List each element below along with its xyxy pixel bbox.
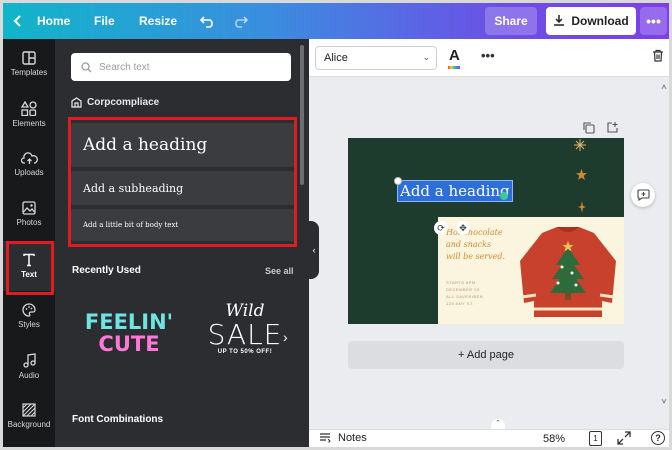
- event-details-text: STARTS 8PM DECEMBER 20 ALL SAVERIBEN 123…: [446, 279, 483, 307]
- text-options-highlight-box: [68, 117, 297, 247]
- wild-sale-template[interactable]: Wild SALE UP TO 50% OFF!: [195, 301, 295, 355]
- chevron-down-icon: ⌄: [422, 52, 430, 62]
- brand-kit-icon: [71, 97, 82, 108]
- script-line: and snacks: [446, 240, 492, 249]
- recently-used-title: Recently Used: [72, 265, 141, 276]
- rail-label: Elements: [12, 118, 46, 128]
- rail-label: Background: [7, 420, 51, 429]
- rail-label: Uploads: [14, 167, 44, 177]
- share-button[interactable]: Share: [485, 7, 537, 35]
- feelin-line1: FEELIN': [84, 310, 174, 334]
- app-window: Home File Resize Share Download ••• Temp…: [0, 0, 672, 450]
- rail-item-elements[interactable]: Elements: [3, 89, 55, 139]
- text-color-button[interactable]: A: [448, 47, 460, 69]
- script-line: will be served.: [446, 252, 506, 261]
- redo-icon[interactable]: [232, 3, 248, 39]
- collapse-panel-icon[interactable]: ‹: [309, 221, 319, 279]
- notes-icon: [320, 433, 331, 443]
- home-button[interactable]: Home: [37, 3, 70, 39]
- chevron-right-icon[interactable]: ›: [283, 329, 288, 345]
- music-note-icon: [22, 352, 36, 368]
- font-combinations-title: Font Combinations: [72, 414, 164, 425]
- star-decoration-icon: [574, 139, 586, 151]
- rail-label: Styles: [18, 320, 40, 329]
- script-line: Hot chocolate: [446, 228, 503, 237]
- rail-item-photos[interactable]: Photos: [3, 189, 55, 239]
- resize-button[interactable]: Resize: [139, 3, 177, 39]
- brand-kit-header[interactable]: Corpcompliace: [71, 97, 159, 108]
- trash-icon[interactable]: [652, 49, 664, 67]
- rail-label: Photos: [16, 218, 42, 227]
- editor-area: Alice ⌄ A ••• Hot chocolate and snacks w…: [309, 39, 669, 447]
- photos-icon: [22, 201, 36, 215]
- editor-scrollbar[interactable]: [661, 83, 667, 405]
- expand-pages-icon[interactable]: ⌃: [491, 419, 505, 429]
- resize-handle[interactable]: [394, 177, 402, 185]
- file-menu[interactable]: File: [94, 3, 115, 39]
- more-options-icon[interactable]: •••: [640, 7, 667, 35]
- resize-handle[interactable]: [500, 192, 508, 200]
- design-canvas[interactable]: Hot chocolate and snacks will be served.…: [348, 138, 624, 324]
- panel-scrollbar[interactable]: [300, 45, 304, 185]
- duplicate-page-icon[interactable]: [583, 121, 595, 139]
- background-pattern-icon: [22, 403, 36, 417]
- page-count-button[interactable]: 1: [589, 431, 602, 446]
- info-line: ALL SAVERIBEN: [446, 294, 484, 299]
- feelin-line2: CUTE: [98, 332, 160, 356]
- elements-icon: [21, 100, 37, 116]
- move-icon[interactable]: ✥: [456, 221, 470, 235]
- sale-text: SALE: [207, 318, 283, 351]
- text-highlight-box: [6, 241, 54, 295]
- download-button[interactable]: Download: [546, 7, 636, 35]
- help-button[interactable]: ?: [651, 431, 665, 445]
- download-icon: [553, 14, 565, 29]
- comment-icon[interactable]: [631, 183, 655, 207]
- brand-name: Corpcompliace: [87, 97, 160, 108]
- text-color-label: A: [449, 47, 460, 64]
- bottom-bar: Notes 58% 1 ?: [309, 429, 669, 447]
- editor-toolbar: Alice ⌄ A •••: [309, 39, 669, 77]
- rail-label: Templates: [10, 68, 48, 77]
- search-placeholder: Search text: [99, 61, 150, 73]
- undo-icon[interactable]: [200, 3, 216, 39]
- rail-item-audio[interactable]: Audio: [3, 341, 55, 391]
- upload-cloud-icon: [20, 151, 38, 164]
- event-script-text: Hot chocolate and snacks will be served.: [446, 227, 505, 263]
- info-line: 123 ANY ST.: [446, 301, 475, 306]
- rotate-icon[interactable]: ⟳: [434, 221, 448, 235]
- info-line: STARTS 8PM: [446, 280, 476, 285]
- back-chevron-icon[interactable]: [13, 3, 23, 39]
- templates-icon: [22, 51, 36, 65]
- add-page-button[interactable]: + Add page: [348, 341, 624, 369]
- notes-label: Notes: [338, 432, 367, 444]
- font-name: Alice: [324, 52, 348, 64]
- zoom-level[interactable]: 58%: [543, 433, 565, 445]
- feelin-cute-template[interactable]: FEELIN' CUTE: [79, 311, 179, 355]
- selected-heading-text[interactable]: Add a heading: [397, 180, 513, 202]
- rail-item-background[interactable]: Background: [3, 391, 55, 441]
- download-label: Download: [571, 14, 629, 28]
- rail-label: Audio: [18, 370, 40, 380]
- ugly-sweater-illustration: [520, 227, 616, 317]
- rail-item-styles[interactable]: Styles: [3, 291, 55, 341]
- notes-button[interactable]: Notes: [319, 432, 367, 444]
- star-decoration-icon: [576, 169, 587, 180]
- info-line: DECEMBER 20: [446, 287, 480, 292]
- sparkle-decoration-icon: [578, 201, 586, 213]
- see-all-link[interactable]: See all: [265, 266, 294, 276]
- more-tools-icon[interactable]: •••: [481, 48, 495, 63]
- color-swatch-bar: [448, 66, 460, 69]
- search-input[interactable]: Search text: [71, 53, 291, 81]
- font-family-select[interactable]: Alice ⌄: [315, 46, 437, 70]
- rail-item-templates[interactable]: Templates: [3, 39, 55, 89]
- palette-icon: [22, 303, 36, 317]
- top-bar: Home File Resize Share Download •••: [3, 3, 669, 39]
- search-icon: [81, 61, 92, 72]
- text-panel: Search text Corpcompliace Add a heading …: [55, 39, 309, 447]
- fullscreen-icon[interactable]: [617, 431, 631, 447]
- add-page-icon[interactable]: [607, 120, 619, 138]
- rail-item-uploads[interactable]: Uploads: [3, 139, 55, 189]
